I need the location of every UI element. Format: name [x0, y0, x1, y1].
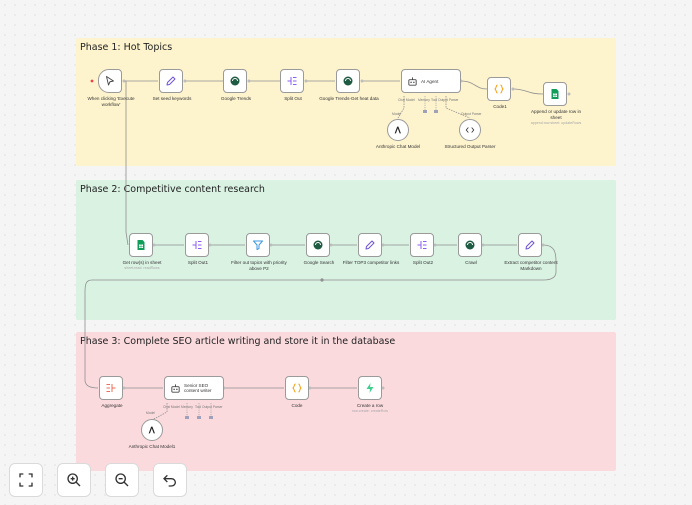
- sheets-icon: [137, 240, 145, 250]
- code-icon: [465, 127, 475, 133]
- serpapi-icon: [230, 76, 240, 86]
- serpapi-icon: [465, 240, 475, 250]
- filter-topics-node[interactable]: [246, 233, 270, 257]
- code1-node[interactable]: [487, 77, 511, 101]
- seo-writer-label: Senior SEO content writer: [184, 382, 212, 393]
- append-row-node[interactable]: [543, 82, 567, 106]
- create-row-label: Create a row: [356, 403, 384, 408]
- google-search-label: Google Search: [303, 260, 335, 265]
- zoom-out-icon: [115, 473, 129, 487]
- anthropic-chat-model1-node[interactable]: [141, 419, 163, 441]
- aggregate-node[interactable]: [99, 376, 123, 400]
- code-label: Code: [291, 403, 303, 408]
- code1-label: Code1: [493, 104, 507, 109]
- cursor-icon: [106, 76, 114, 86]
- get-rows-node[interactable]: [129, 233, 153, 257]
- split-icon: [287, 77, 297, 85]
- structured-parser-port: Output Parser: [461, 112, 482, 116]
- aggregate-icon: [106, 384, 116, 392]
- filter-top3-node[interactable]: [358, 233, 382, 257]
- braces-icon: [494, 84, 504, 94]
- anthropic1-port-model: Model: [146, 411, 155, 415]
- undo-button[interactable]: [153, 463, 187, 497]
- google-trends-heat-label: Google Trends-Get heat data: [319, 96, 379, 101]
- filter-topics-label: Filter out topics with priority above P2: [231, 260, 287, 271]
- set-seed-keywords-node[interactable]: [159, 69, 183, 93]
- anthropic-icon: [394, 126, 401, 134]
- seo-writer-port-memory: Memory: [181, 405, 193, 409]
- create-row-node[interactable]: [358, 376, 382, 400]
- seo-writer-node[interactable]: Senior SEO content writer: [164, 376, 224, 400]
- braces-icon: [292, 383, 302, 393]
- split-out1-node[interactable]: [185, 233, 209, 257]
- seo-writer-port-tool: Tool: [195, 405, 202, 409]
- ai-agent-port-chat-model: Chat Model: [398, 98, 415, 102]
- split-out-label: Split Out: [284, 96, 302, 101]
- ai-agent-label: AI Agent: [421, 78, 439, 84]
- split-out-node[interactable]: [280, 69, 304, 93]
- get-rows-label: Get row(s) in sheet: [122, 260, 162, 265]
- append-row-sublabel: append:row:sheet: updateRows: [530, 121, 582, 125]
- serpapi-icon: [313, 240, 323, 250]
- google-trends-label: Google Trends: [220, 96, 252, 101]
- crawl-node[interactable]: [458, 233, 482, 257]
- get-rows-sublabel: sheet:read: readRows: [124, 266, 160, 270]
- append-row-label: Append or update row in sheet: [530, 109, 582, 120]
- anthropic-icon: [148, 426, 155, 434]
- fit-view-button[interactable]: [9, 463, 43, 497]
- zoom-in-button[interactable]: [57, 463, 91, 497]
- extract-markdown-label: Extract competitor content Markdown: [504, 260, 558, 271]
- crawl-label: Crawl: [465, 260, 477, 265]
- trigger-node[interactable]: [98, 69, 122, 93]
- ai-agent-port-memory: Memory: [418, 98, 430, 102]
- split-out1-label: Split Out1: [187, 260, 209, 265]
- seo-writer-port-chat-model: Chat Model: [163, 405, 180, 409]
- ai-agent-node[interactable]: AI Agent: [401, 69, 461, 93]
- trigger-label: When clicking 'Execute workflow': [87, 96, 135, 107]
- seo-writer-port-output-parser: Output Parser: [202, 405, 223, 409]
- code-node[interactable]: [285, 376, 309, 400]
- robot-icon: [171, 383, 180, 393]
- pencil-icon: [525, 240, 535, 250]
- split-out2-node[interactable]: [410, 233, 434, 257]
- set-seed-keywords-label: Set seed keywords: [152, 96, 192, 101]
- pencil-icon: [166, 76, 176, 86]
- supabase-icon: [366, 383, 374, 393]
- anthropic-chat-model1-label: Anthropic Chat Model1: [128, 444, 176, 449]
- zoom-out-button[interactable]: [105, 463, 139, 497]
- anthropic-chat-model-label: Anthropic Chat Model: [375, 144, 421, 149]
- google-search-node[interactable]: [306, 233, 330, 257]
- split-icon: [192, 241, 202, 249]
- sheets-icon: [551, 89, 559, 99]
- structured-output-parser-node[interactable]: [459, 119, 481, 141]
- filter-top3-label: Filter TOP3 competitor links: [342, 260, 400, 265]
- extract-markdown-node[interactable]: [518, 233, 542, 257]
- google-trends-node[interactable]: [223, 69, 247, 93]
- anthropic-chat-model-node[interactable]: [387, 119, 409, 141]
- anthropic-port-model: Model: [392, 112, 401, 116]
- create-row-sublabel: row:create: createRow: [352, 409, 388, 413]
- pencil-icon: [365, 240, 375, 250]
- aggregate-label: Aggregate: [101, 403, 123, 408]
- filter-icon: [253, 240, 263, 250]
- fit-view-icon: [19, 473, 33, 487]
- ai-agent-port-output-parser: Output Parser: [438, 98, 459, 102]
- ai-agent-port-tool: Tool: [431, 98, 438, 102]
- split-icon: [417, 241, 427, 249]
- google-trends-heat-node[interactable]: [336, 69, 360, 93]
- serpapi-icon: [343, 76, 353, 86]
- robot-icon: [408, 76, 417, 86]
- structured-output-parser-label: Structured Output Parser: [444, 144, 496, 149]
- undo-icon: [163, 474, 177, 487]
- zoom-in-icon: [67, 473, 81, 487]
